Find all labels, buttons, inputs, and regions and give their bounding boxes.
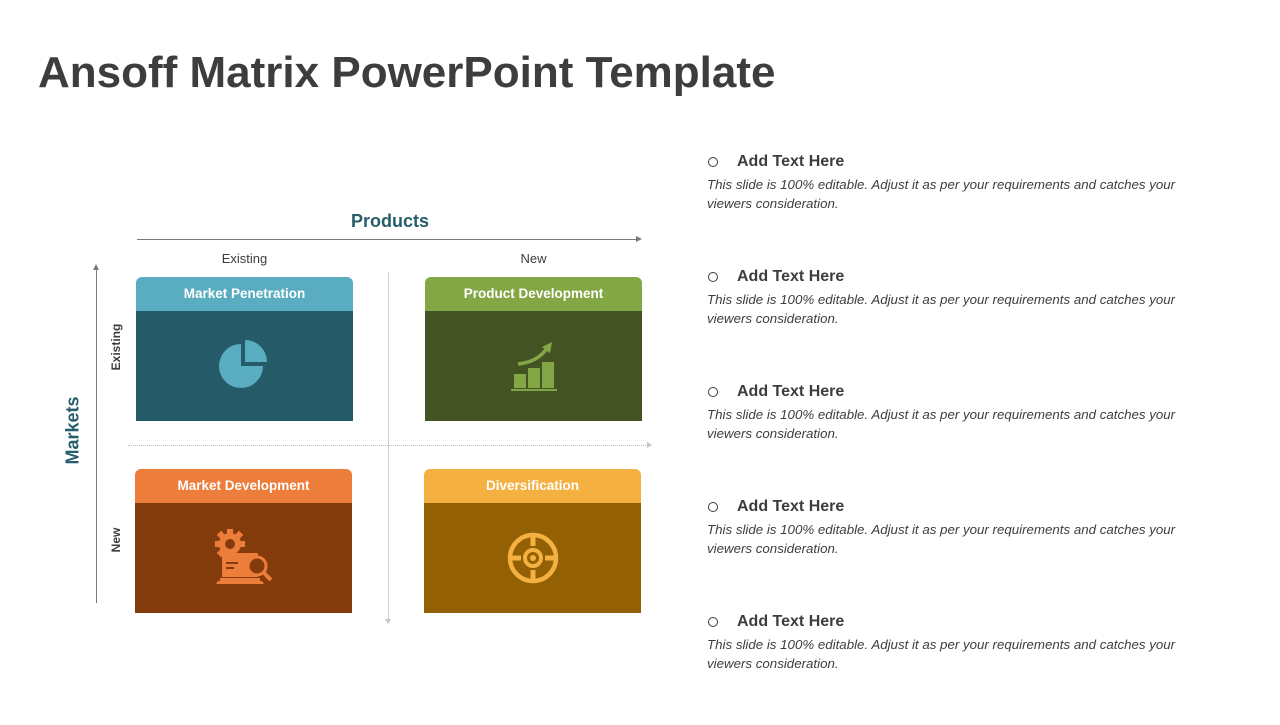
quadrant-body xyxy=(136,311,353,421)
quadrant-header: Product Development xyxy=(425,277,642,311)
target-icon xyxy=(507,532,558,584)
row-label-existing: Existing xyxy=(109,323,123,371)
circle-bullet-icon xyxy=(708,157,718,167)
bullet-item: Add Text Here This slide is 100% editabl… xyxy=(707,495,1227,610)
bullet-text: This slide is 100% editable. Adjust it a… xyxy=(707,522,1176,556)
row-label-new: New xyxy=(109,527,123,553)
bullet-item: Add Text Here This slide is 100% editabl… xyxy=(707,265,1227,380)
products-axis-arrow xyxy=(137,236,642,242)
bullet-item: Add Text Here This slide is 100% editabl… xyxy=(707,150,1227,265)
growth-chart-icon xyxy=(510,342,557,391)
quadrant-product-development: Product Development xyxy=(425,277,642,421)
bullet-item: Add Text Here This slide is 100% editabl… xyxy=(707,610,1227,725)
quadrant-header: Market Penetration xyxy=(136,277,353,311)
bullet-item: Add Text Here This slide is 100% editabl… xyxy=(707,380,1227,495)
markets-axis-arrow xyxy=(93,264,99,603)
bullet-title: Add Text Here xyxy=(737,268,845,285)
quadrant-divider-vertical xyxy=(385,272,391,624)
markets-axis-label: Markets xyxy=(62,396,83,465)
pie-chart-icon xyxy=(218,340,267,388)
quadrant-diversification: Diversification xyxy=(424,469,641,613)
quadrant-body xyxy=(135,503,352,613)
bullet-text: This slide is 100% editable. Adjust it a… xyxy=(707,177,1176,211)
slide-title: Ansoff Matrix PowerPoint Template xyxy=(38,48,776,97)
bullet-title: Add Text Here xyxy=(737,153,845,170)
bullet-title: Add Text Here xyxy=(737,498,845,515)
bullet-title: Add Text Here xyxy=(737,383,845,400)
quadrant-market-penetration: Market Penetration xyxy=(136,277,353,421)
circle-bullet-icon xyxy=(708,617,718,627)
bullet-title: Add Text Here xyxy=(737,613,845,630)
bullet-text: This slide is 100% editable. Adjust it a… xyxy=(707,292,1176,326)
quadrant-header: Market Development xyxy=(135,469,352,503)
circle-bullet-icon xyxy=(708,502,718,512)
column-label-new: New xyxy=(520,251,547,266)
circle-bullet-icon xyxy=(708,272,718,282)
bullet-text: This slide is 100% editable. Adjust it a… xyxy=(707,637,1176,671)
column-label-existing: Existing xyxy=(221,251,268,266)
gear-laptop-search-icon xyxy=(214,529,272,584)
quadrant-divider-horizontal xyxy=(128,442,652,448)
circle-bullet-icon xyxy=(708,387,718,397)
quadrant-body xyxy=(425,311,642,421)
products-axis-label: Products xyxy=(350,211,429,231)
bullet-list: Add Text Here This slide is 100% editabl… xyxy=(707,150,1227,725)
quadrant-header: Diversification xyxy=(424,469,641,503)
quadrant-market-development: Market Development xyxy=(135,469,352,613)
bullet-text: This slide is 100% editable. Adjust it a… xyxy=(707,407,1176,441)
quadrant-body xyxy=(424,503,641,613)
